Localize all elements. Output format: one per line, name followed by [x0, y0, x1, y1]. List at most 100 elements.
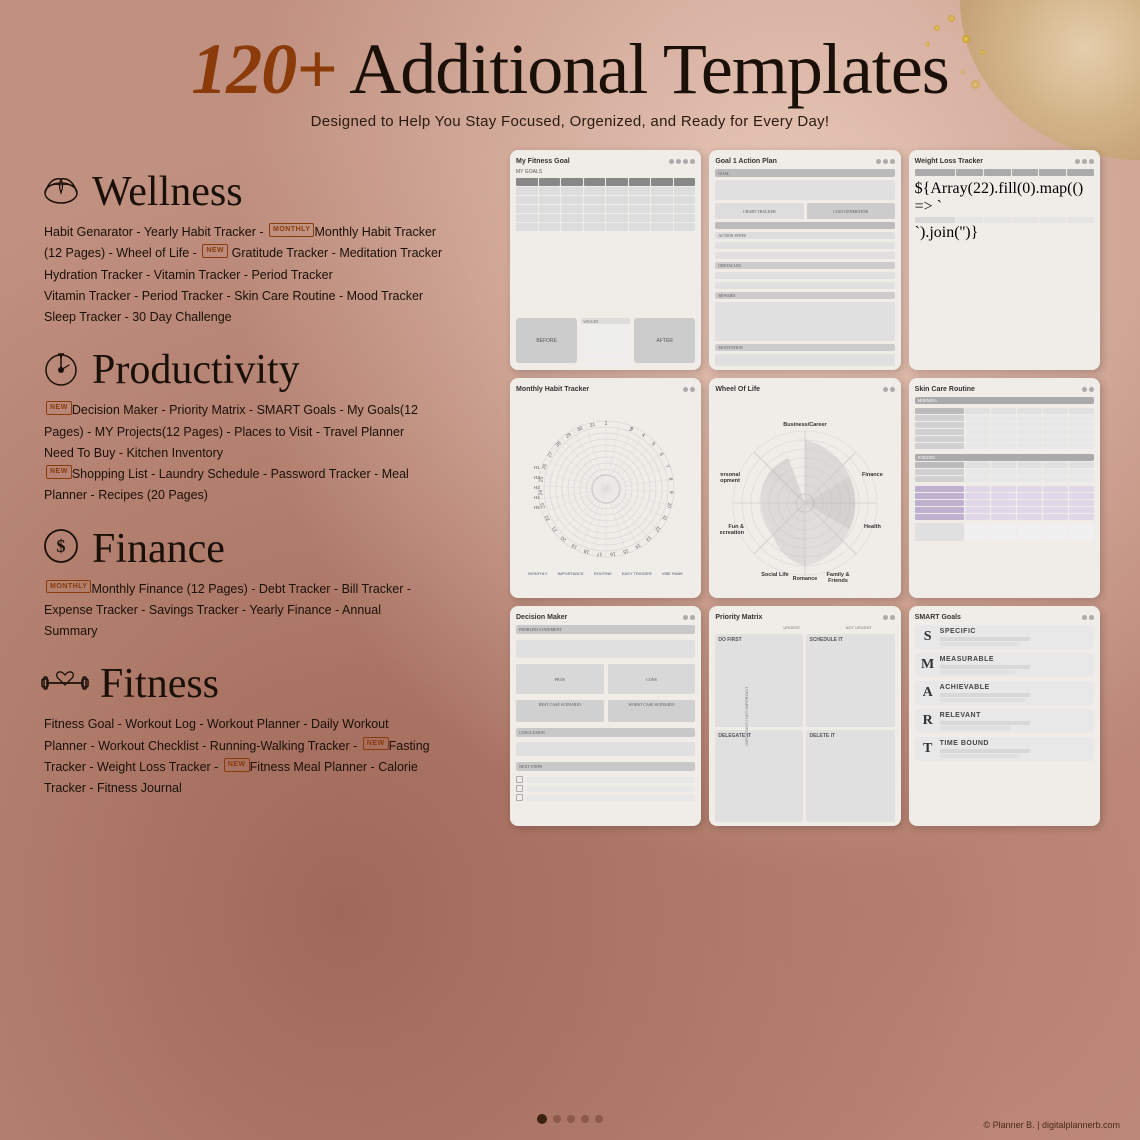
pm-schedule: SCHEDULE IT — [806, 634, 894, 727]
svg-text:Finance: Finance — [862, 472, 883, 478]
page-dot-5[interactable] — [595, 1115, 603, 1123]
svg-text:H4: H4 — [534, 495, 540, 500]
template-count: 120+ — [191, 29, 336, 109]
wellness-title: Wellness — [92, 168, 243, 216]
card-icons-2 — [876, 159, 895, 164]
card-dot — [676, 159, 681, 164]
card-icons-5 — [883, 387, 895, 392]
finance-icon: $ — [40, 525, 82, 572]
svg-text:Recreation: Recreation — [720, 530, 745, 536]
template-decision: Decision Maker PROBLEM STATEMENT PROS CO… — [510, 606, 701, 826]
skincare-title: Skin Care Routine — [915, 386, 975, 393]
svg-text:Business/Career: Business/Career — [783, 422, 827, 428]
card-dot — [1089, 615, 1094, 620]
svg-text:11: 11 — [660, 514, 668, 521]
main-title: 120+ Additional Templates — [40, 30, 1100, 109]
svg-text:H1: H1 — [534, 465, 540, 470]
svg-text:14: 14 — [633, 542, 641, 550]
new-badge-2: NEW — [46, 401, 72, 415]
card-icons-7 — [683, 615, 695, 620]
templates-grid: My Fitness Goal MY GOALS — [510, 150, 1100, 826]
card-dot — [690, 159, 695, 164]
svg-text:12: 12 — [653, 525, 661, 533]
productivity-icon — [40, 349, 82, 392]
card-dot — [890, 615, 895, 620]
card-dot — [883, 615, 888, 620]
svg-text:H3: H3 — [534, 485, 540, 490]
subtitle: Designed to Help You Stay Focused, Orgen… — [40, 113, 1100, 130]
page-dot-1[interactable] — [537, 1114, 547, 1124]
smart-t-letter: T — [920, 741, 936, 757]
monthly-badge-2: MONTHLY — [46, 580, 91, 594]
card-dot — [1082, 615, 1087, 620]
fg-before: BEFORE — [516, 318, 577, 363]
svg-text:28: 28 — [554, 440, 562, 448]
template-skincare: Skin Care Routine MORNING — [909, 378, 1100, 598]
card-icons-row — [669, 159, 695, 164]
header: 120+ Additional Templates Designed to He… — [40, 30, 1100, 130]
svg-text:Friends: Friends — [828, 578, 848, 583]
card-dot — [683, 615, 688, 620]
wheel-svg: Business/Career Finance Health Family & … — [720, 408, 890, 583]
page-dot-4[interactable] — [581, 1115, 589, 1123]
card-icons-3 — [1075, 159, 1094, 164]
smart-title: SMART Goals — [915, 614, 961, 621]
card-dot — [1089, 159, 1094, 164]
finance-items: MONTHLYMonthly Finance (12 Pages) - Debt… — [44, 579, 480, 643]
card-dot — [683, 387, 688, 392]
fg-goals-label: MY GOALS — [516, 169, 695, 175]
svg-text:29: 29 — [564, 432, 572, 440]
productivity-title: Productivity — [92, 346, 300, 394]
card-dot — [1082, 159, 1087, 164]
left-column: Wellness Habit Genarator - Yearly Habit … — [40, 150, 480, 826]
template-smart: SMART Goals S SPECIFIC — [909, 606, 1100, 826]
goal-action-title: Goal 1 Action Plan — [715, 158, 777, 165]
card-dot — [1082, 387, 1087, 392]
priority-title: Priority Matrix — [715, 614, 762, 621]
page-dot-2[interactable] — [553, 1115, 561, 1123]
template-wheel-of-life: Wheel Of Life — [709, 378, 900, 598]
wellness-icon — [40, 171, 82, 214]
svg-text:$: $ — [57, 536, 66, 556]
finance-title: Finance — [92, 525, 225, 573]
card-dot — [669, 159, 674, 164]
svg-text:H5: H5 — [534, 505, 540, 510]
smart-a-letter: A — [920, 685, 936, 701]
svg-text:19: 19 — [570, 542, 578, 550]
card-icons-8 — [883, 615, 895, 620]
card-dot — [1089, 387, 1094, 392]
svg-text:H2: H2 — [534, 475, 540, 480]
fitness-items: Fitness Goal - Workout Log - Workout Pla… — [44, 714, 480, 799]
page-dot-3[interactable] — [567, 1115, 575, 1123]
new-badge-4: NEW — [363, 737, 389, 751]
card-dot — [890, 159, 895, 164]
card-icons-4 — [683, 387, 695, 392]
footer: © Planner B. | digitalplannerb.com — [983, 1120, 1120, 1130]
card-dot — [683, 159, 688, 164]
svg-text:27: 27 — [546, 451, 554, 459]
smart-s-letter: S — [920, 629, 936, 645]
fitness-title: Fitness — [100, 660, 219, 708]
svg-text:Social Life: Social Life — [761, 572, 789, 578]
fitness-goal-title: My Fitness Goal — [516, 158, 570, 165]
card-icons-6 — [1082, 387, 1094, 392]
finance-header: $ Finance — [40, 525, 480, 573]
productivity-items: NEWDecision Maker - Priority Matrix - SM… — [44, 400, 480, 506]
habit-circle-svg: 1 2 3 4 5 6 7 8 9 10 11 — [531, 414, 681, 564]
card-dot — [883, 159, 888, 164]
habit-tracker-title: Monthly Habit Tracker — [516, 386, 589, 393]
svg-text:1: 1 — [604, 421, 607, 427]
svg-text:13: 13 — [644, 534, 652, 542]
smart-s: S SPECIFIC — [915, 625, 1094, 649]
fg-after: AFTER — [634, 318, 695, 363]
template-goal-action: Goal 1 Action Plan GOAL CHART TRACKER CO… — [709, 150, 900, 370]
fitness-header: Fitness — [40, 660, 480, 708]
pm-delegate: DELEGATE IT — [715, 730, 803, 823]
svg-text:8: 8 — [667, 477, 673, 481]
productivity-header: Productivity — [40, 346, 480, 394]
smart-a: A ACHIEVABLE — [915, 681, 1094, 705]
svg-text:22: 22 — [543, 514, 551, 522]
title-rest: Additional Templates — [349, 29, 949, 109]
card-dot — [1075, 159, 1080, 164]
smart-m-word: MEASURABLE — [940, 656, 1030, 663]
